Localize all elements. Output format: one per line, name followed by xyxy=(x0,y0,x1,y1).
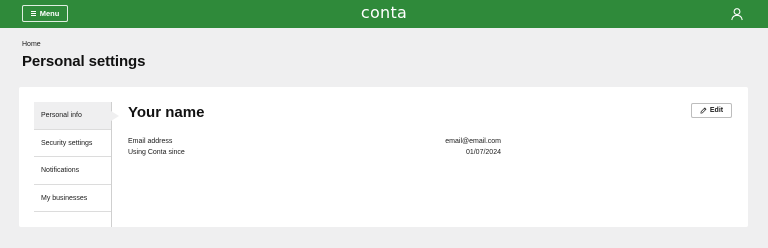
email-value: email@email.com xyxy=(445,138,501,145)
edit-button-label: Edit xyxy=(709,107,724,114)
profile-name-heading: Your name xyxy=(128,104,205,121)
menu-button-label: Menu xyxy=(39,9,60,18)
email-label: Email address xyxy=(128,138,173,145)
edit-button[interactable]: Edit xyxy=(691,103,732,118)
member-since-value: 01/07/2024 xyxy=(465,149,501,156)
member-since-label: Using Conta since xyxy=(128,149,185,156)
page-title: Personal settings xyxy=(22,53,146,70)
email-row: Email address email@email.com xyxy=(128,138,501,148)
menu-button[interactable]: Menu xyxy=(22,5,68,22)
hamburger-icon xyxy=(30,10,36,17)
conta-logo[interactable]: conta xyxy=(356,3,412,23)
breadcrumb-home[interactable]: Home xyxy=(22,41,41,48)
sidebar-item-personal-info[interactable]: Personal info xyxy=(34,102,119,130)
pencil-icon xyxy=(700,107,707,114)
settings-sidebar: Personal info Security settings Notifica… xyxy=(34,102,119,227)
member-since-row: Using Conta since 01/07/2024 xyxy=(128,149,501,159)
sidebar-item-security-settings[interactable]: Security settings xyxy=(34,130,111,157)
user-icon[interactable] xyxy=(730,7,744,21)
top-bar: Menu conta xyxy=(0,0,768,28)
sidebar-item-notifications[interactable]: Notifications xyxy=(34,157,111,185)
sidebar-item-my-businesses[interactable]: My businesses xyxy=(34,185,111,212)
settings-card: Personal info Security settings Notifica… xyxy=(19,87,748,227)
